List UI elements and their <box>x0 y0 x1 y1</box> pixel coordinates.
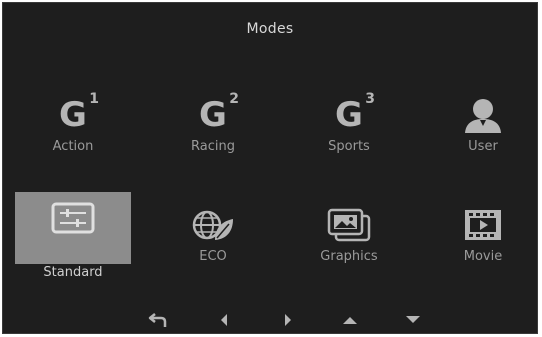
user-icon <box>425 95 541 135</box>
mode-label: Racing <box>191 139 235 154</box>
back-icon[interactable] <box>143 308 173 332</box>
mode-movie[interactable]: Movie <box>425 199 541 273</box>
down-arrow-icon[interactable] <box>398 308 428 332</box>
picture-stack-icon <box>291 205 407 245</box>
film-icon <box>425 205 541 245</box>
mode-standard[interactable]: Standard <box>15 192 131 280</box>
g2-icon: G2 <box>199 91 239 135</box>
mode-label: Action <box>52 139 94 154</box>
mode-label: ECO <box>199 249 227 264</box>
mode-racing[interactable]: G2 Racing <box>155 89 271 163</box>
mode-sports[interactable]: G3 Sports <box>291 89 407 163</box>
osd-panel: Modes G1 Action G2 Racing G3 Sports User <box>2 2 538 334</box>
mode-label: Standard <box>43 265 103 280</box>
sliders-icon <box>15 198 131 238</box>
mode-user[interactable]: User <box>425 89 541 163</box>
mode-label: Movie <box>463 249 503 264</box>
nav-bar <box>133 308 433 332</box>
right-arrow-icon[interactable] <box>273 308 303 332</box>
up-arrow-icon[interactable] <box>335 308 365 332</box>
g1-icon: G1 <box>59 91 99 135</box>
mode-action[interactable]: G1 Action <box>15 89 131 163</box>
page-title: Modes <box>246 21 294 37</box>
left-arrow-icon[interactable] <box>209 308 239 332</box>
mode-eco[interactable]: ECO <box>155 199 271 273</box>
mode-label: Sports <box>328 139 370 154</box>
mode-label: User <box>468 139 498 154</box>
mode-graphics[interactable]: Graphics <box>291 199 407 273</box>
g3-icon: G3 <box>335 91 375 135</box>
mode-label: Graphics <box>320 249 378 264</box>
eco-globe-icon <box>155 205 271 245</box>
